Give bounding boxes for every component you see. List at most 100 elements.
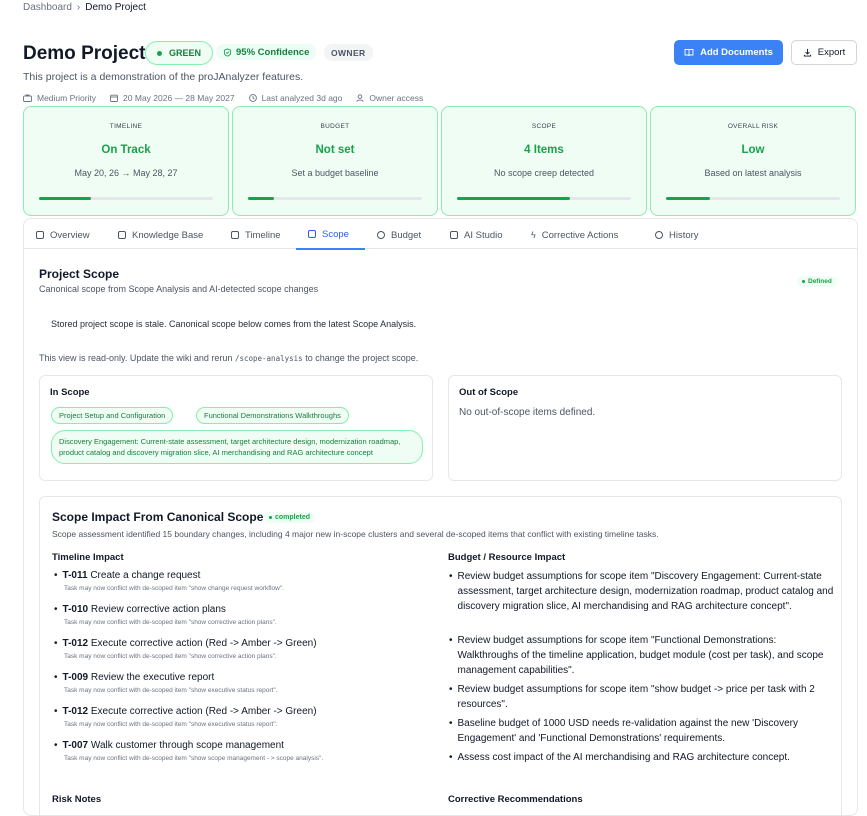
readonly-prefix: This view is read-only. Update the wiki … [39,353,233,363]
tab-label: AI Studio [464,229,503,241]
budget-impact-text: Baseline budget of 1000 USD needs re-val… [457,718,798,744]
card-subtext: May 20, 26 → May 28, 27 [74,168,178,178]
timeline-impact-item: • T-007 Walk customer through scope manag… [54,740,434,762]
tab-label: Budget [391,229,422,241]
tab-label: History [669,229,699,241]
clock-icon [655,231,663,239]
card-progress-bar [248,197,422,200]
tab-budget[interactable]: Budget [377,220,421,250]
project-description: This project is a demonstration of the p… [23,71,304,83]
card-progress-fill [457,197,571,200]
card-value: Not set [315,144,355,156]
risk-notes-heading: Risk Notes [52,794,102,805]
calendar-icon [110,94,118,102]
bolt-icon: ϟ [531,230,536,240]
coin-icon [377,231,385,239]
card-subtext: Set a budget baseline [291,168,379,178]
tab-label: Overview [50,229,90,241]
budget-impact-item: • Review budget assumptions for scope ite… [449,569,839,614]
bullet-icon: • [54,638,58,649]
completed-badge: completed [264,512,316,523]
briefcase-icon [23,94,32,102]
calendar-icon [231,231,239,239]
task-note: Task may now conflict with de-scoped ite… [64,619,277,626]
tab-bar: Overview Knowledge Base Timeline Scope B… [23,220,858,250]
status-label: GREEN [169,48,202,58]
breadcrumb-current: Demo Project [85,2,146,13]
tab-ai-studio[interactable]: AI Studio [450,220,503,250]
task-id[interactable]: T-012 [63,706,89,717]
budget-impact-item: • Assess cost impact of the AI merchandis… [449,750,839,765]
budget-impact-text: Review budget assumptions for scope item… [457,571,834,612]
readonly-suffix: to change the project scope. [305,353,419,363]
tab-timeline[interactable]: Timeline [231,220,281,250]
card-value: 4 Items [524,144,564,156]
book-icon [118,231,126,239]
bullet-icon: • [449,635,453,646]
in-scope-chip[interactable]: Project Setup and Configuration [51,407,174,424]
tab-history[interactable]: History [655,220,699,250]
card-progress-fill [666,197,710,200]
task-note: Task may now conflict with de-scoped ite… [64,687,278,694]
meta-priority-label: Medium Priority [37,93,97,103]
budget-impact-heading: Budget / Resource Impact [448,552,566,563]
task-id[interactable]: T-007 [63,740,89,751]
shield-check-icon [223,47,232,57]
card-value: Low [741,144,765,156]
card-progress-bar [666,197,840,200]
add-documents-button[interactable]: Add Documents [674,40,783,65]
bullet-icon: • [449,752,453,763]
task-text: Review corrective action plans [90,604,226,615]
breadcrumb: Dashboard › Demo Project [23,2,146,13]
timeline-card[interactable]: TIMELINE On Track May 20, 26 → May 28, 2… [23,106,229,216]
budget-impact-item: • Baseline budget of 1000 USD needs re-va… [449,716,839,746]
monitor-icon [450,231,458,239]
out-of-scope-panel: Out of Scope No out-of-scope items defin… [448,375,842,481]
task-id[interactable]: T-010 [63,604,89,615]
tab-overview[interactable]: Overview [36,220,90,250]
tab-label: Corrective Actions [541,229,619,241]
budget-impact-item: • Review budget assumptions for scope ite… [449,633,839,678]
user-icon [356,94,365,102]
bullet-icon: • [54,706,58,717]
confidence-badge: 95% Confidence [216,44,317,60]
tab-corrective-actions[interactable]: ϟ Corrective Actions [531,220,618,250]
budget-impact-item: • Review budget assumptions for scope ite… [449,682,839,712]
impact-title: Scope Impact From Canonical Scope [52,510,264,524]
card-label: SCOPE [531,123,557,130]
clipboard-icon [308,230,316,238]
page-title: Demo Project [23,43,146,64]
bullet-icon: • [449,718,453,729]
defined-label: Defined [808,278,832,285]
meta-access-label: Owner access [369,93,424,103]
task-id[interactable]: T-012 [63,638,89,649]
budget-card[interactable]: BUDGET Not set Set a budget baseline [232,106,438,216]
task-id[interactable]: T-009 [63,672,89,683]
risk-card[interactable]: OVERALL RISK Low Based on latest analysi… [650,106,856,216]
task-note: Task may now conflict with de-scoped ite… [64,653,277,660]
export-button[interactable]: Export [791,40,857,65]
budget-impact-text: Assess cost impact of the AI merchandisi… [457,752,790,763]
tab-knowledge-base[interactable]: Knowledge Base [118,220,203,250]
bullet-icon: • [449,684,453,695]
tab-label: Knowledge Base [132,229,204,241]
card-progress-fill [39,197,92,200]
defined-dot-icon [802,280,805,283]
tab-label: Scope [322,228,349,240]
in-scope-chip[interactable]: Discovery Engagement: Current-state asse… [51,430,423,464]
card-label: BUDGET [320,123,350,130]
card-progress-bar [457,197,631,200]
project-meta: Medium Priority 20 May 2026 — 28 May 202… [23,93,423,103]
document-icon [36,231,44,239]
timeline-impact-heading: Timeline Impact [52,552,124,563]
task-id[interactable]: T-011 [63,570,88,581]
breadcrumb-dashboard-link[interactable]: Dashboard [23,2,72,13]
scope-card[interactable]: SCOPE 4 Items No scope creep detected [441,106,647,216]
tab-scope[interactable]: Scope [296,220,365,250]
in-scope-chip[interactable]: Functional Demonstrations Walkthroughs [196,407,349,424]
card-label: TIMELINE [109,123,143,130]
in-scope-panel: In Scope Project Setup and Configuration… [39,375,433,481]
budget-impact-text: Review budget assumptions for scope item… [457,684,815,710]
meta-priority: Medium Priority [23,93,96,103]
task-text: Execute corrective action (Red -> Amber … [90,638,317,649]
